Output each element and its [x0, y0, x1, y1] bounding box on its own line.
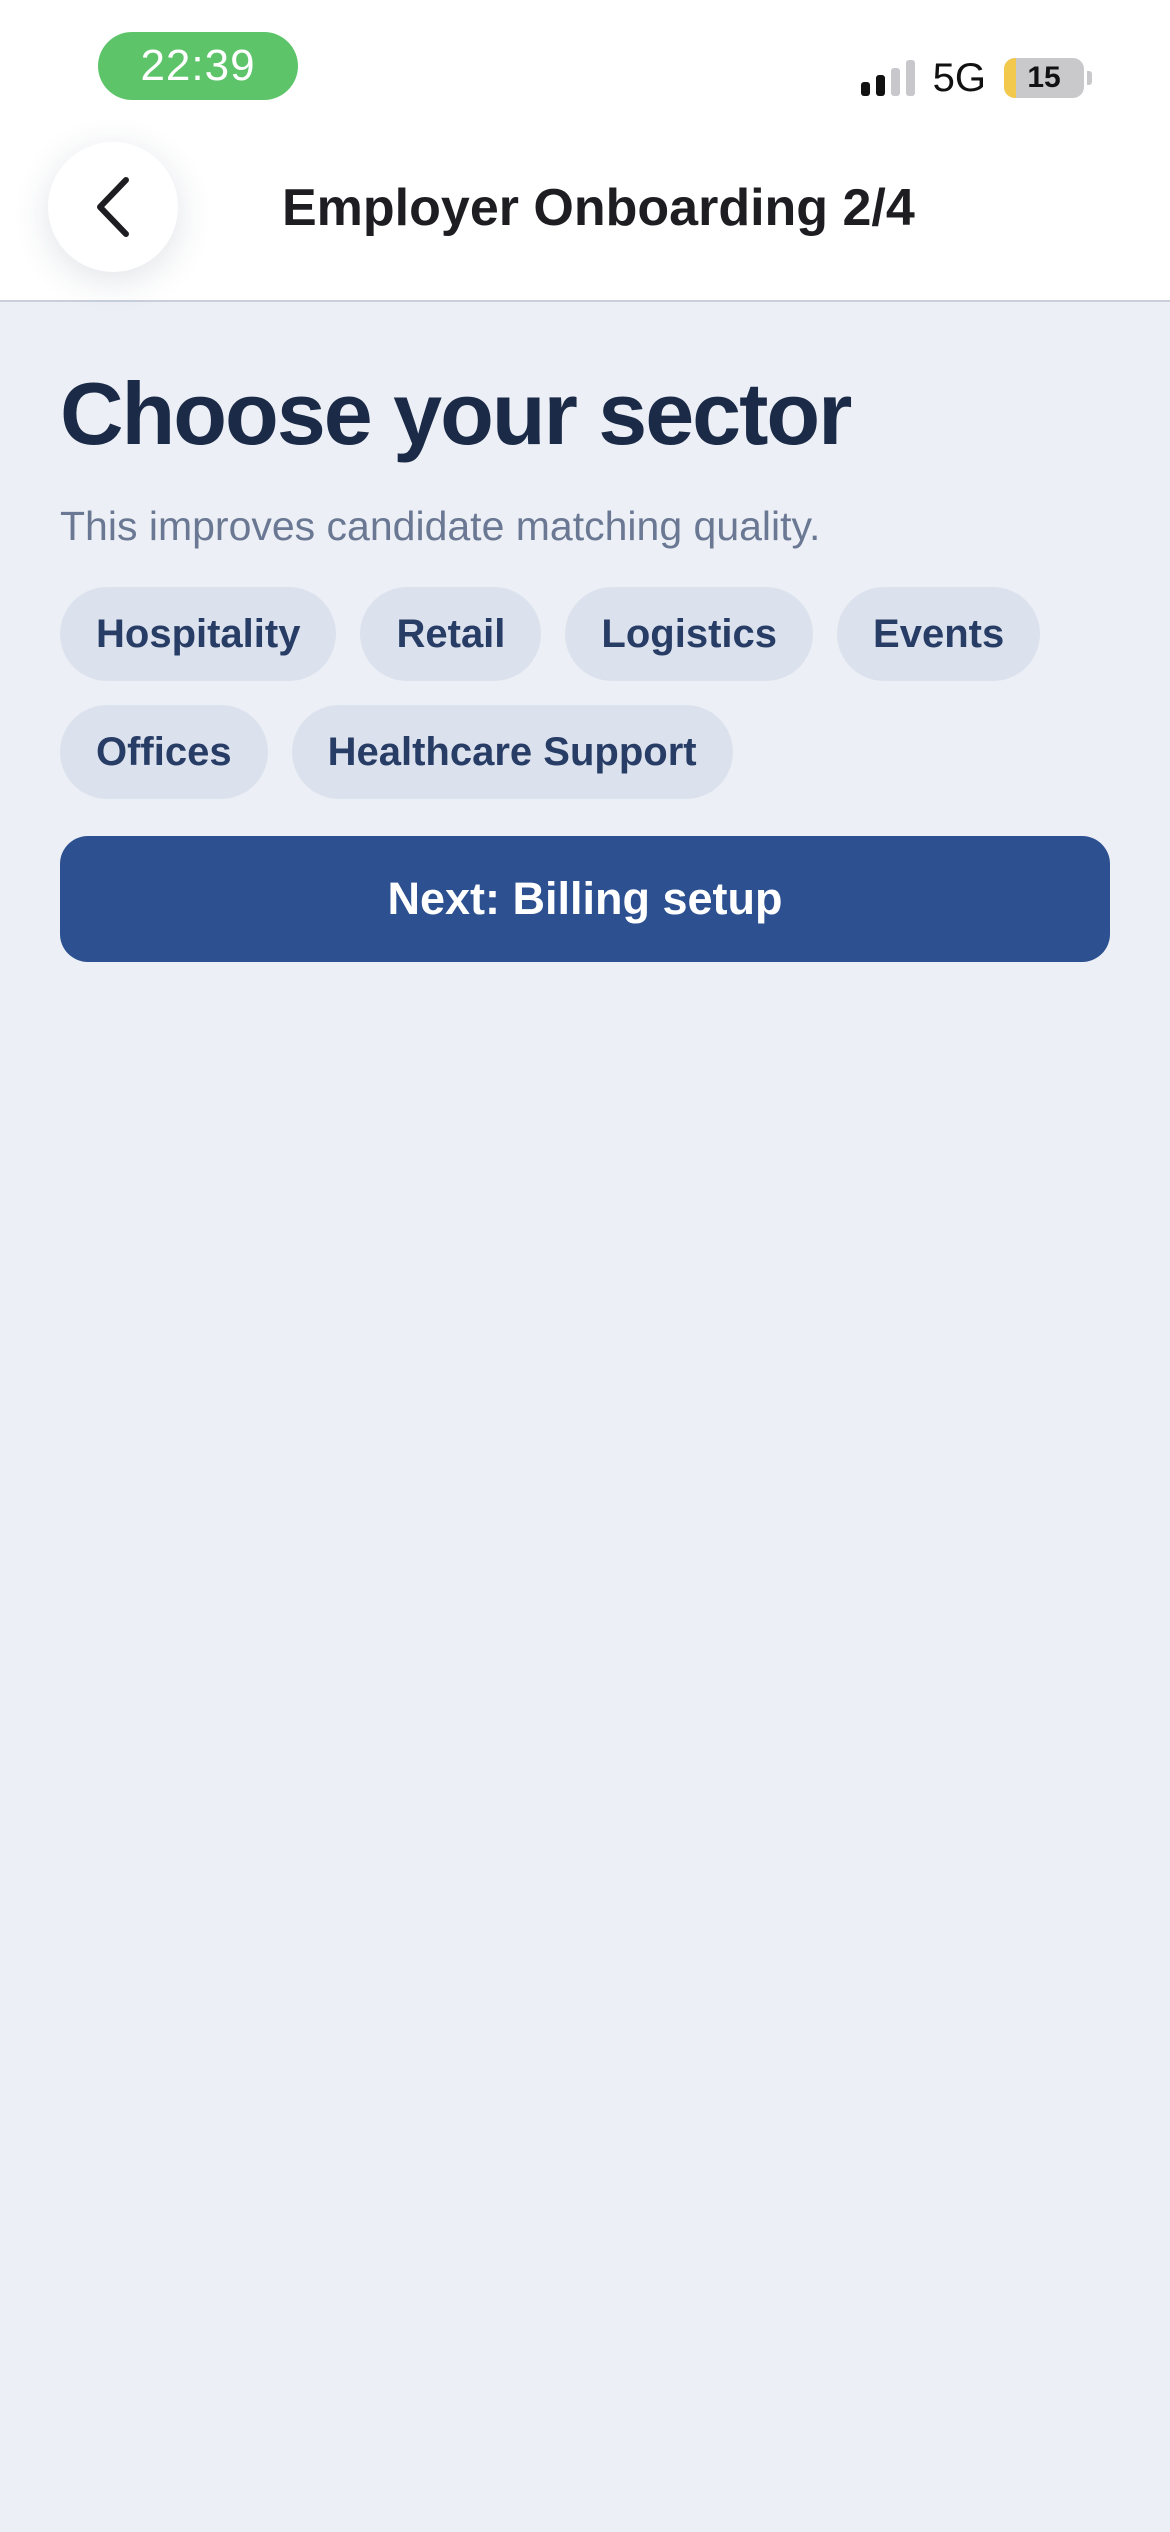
- back-button[interactable]: [48, 142, 178, 272]
- next-billing-setup-button[interactable]: Next: Billing setup: [60, 836, 1110, 962]
- battery-percentage: 15: [1027, 61, 1061, 94]
- page-title: Employer Onboarding 2/4: [282, 179, 915, 237]
- network-type: 5G: [932, 56, 986, 100]
- cellular-signal-icon: [860, 60, 915, 96]
- sector-chip-events[interactable]: Events: [837, 587, 1041, 681]
- sector-chip-logistics[interactable]: Logistics: [565, 587, 814, 681]
- sector-chip-healthcare-support[interactable]: Healthcare Support: [291, 705, 733, 799]
- sector-chip-retail[interactable]: Retail: [360, 587, 542, 681]
- status-time: 22:39: [98, 32, 298, 100]
- section-heading: Choose your sector: [60, 364, 852, 463]
- status-indicators: 5G 15: [860, 56, 1092, 100]
- sector-chip-list: Hospitality Retail Logistics Events Offi…: [60, 587, 1120, 799]
- sector-chip-offices[interactable]: Offices: [60, 705, 268, 799]
- sector-chip-hospitality[interactable]: Hospitality: [60, 587, 337, 681]
- section-subtitle: This improves candidate matching quality…: [60, 503, 821, 549]
- header: 22:39 5G 15 Employer Onboarding 2/4: [0, 0, 1170, 302]
- chevron-left-icon: [97, 177, 129, 237]
- battery-icon: 15: [1004, 58, 1092, 98]
